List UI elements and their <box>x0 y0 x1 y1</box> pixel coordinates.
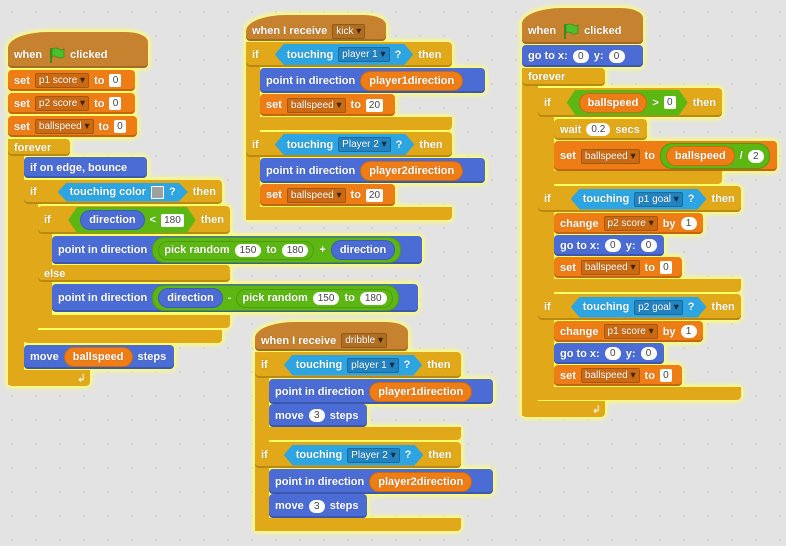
block-label: y: <box>625 347 636 360</box>
forever-bottom[interactable]: ↲ <box>522 401 605 417</box>
block-label: to <box>644 261 655 274</box>
forever-arm[interactable] <box>522 68 538 416</box>
y-input[interactable]: 0 <box>640 239 657 252</box>
variable-dropdown[interactable]: p2 score <box>603 216 658 231</box>
block-label: go to x: <box>560 239 600 252</box>
greater-than-operator[interactable]: ballspeed >0 <box>567 90 688 116</box>
script-green-flag-ball: ↲ when clicked go to x: 0 y: 0 forever if b… <box>0 0 786 546</box>
value-input[interactable]: 2 <box>747 149 764 163</box>
operator-label: / <box>739 150 743 162</box>
change-variable-block[interactable]: change p1 score by 1 <box>554 321 703 342</box>
variable-dropdown[interactable]: ballspeed <box>580 368 640 383</box>
go-to-xy-block[interactable]: go to x: 0 y: 0 <box>554 343 664 364</box>
touching-boolean[interactable]: touching p1 goal? <box>571 189 707 210</box>
y-input[interactable]: 0 <box>640 347 657 360</box>
value-input[interactable]: 0 <box>659 261 672 274</box>
block-label: go to x: <box>528 50 568 62</box>
if-bottom[interactable] <box>538 387 741 400</box>
block-label: y: <box>625 239 636 252</box>
block-label: ? <box>687 193 695 205</box>
division-operator[interactable]: ballspeed / 2 <box>659 143 770 169</box>
value-input[interactable]: 0.2 <box>586 123 611 136</box>
block-label: by <box>662 217 676 230</box>
sprite-dropdown[interactable]: p2 goal <box>634 300 683 315</box>
hat-label: clicked <box>584 25 622 37</box>
block-label: set <box>560 150 576 162</box>
set-variable-block[interactable]: set ballspeed to 0 <box>554 257 682 278</box>
hat-label: when <box>528 25 557 37</box>
block-label: go to x: <box>560 347 600 360</box>
block-label: ? <box>687 301 695 313</box>
set-variable-block[interactable]: set ballspeed to 0 <box>554 365 682 386</box>
block-label: y: <box>593 50 604 62</box>
if-arm[interactable] <box>538 88 554 400</box>
if-touching-block[interactable]: if touching p1 goal? then <box>538 186 741 212</box>
variable-dropdown[interactable]: p1 score <box>603 324 658 339</box>
x-input[interactable]: 0 <box>572 49 589 63</box>
block-label: touching <box>582 301 630 313</box>
block-label: forever <box>528 71 566 83</box>
variable-dropdown[interactable]: ballspeed <box>580 148 640 164</box>
if-bottom[interactable] <box>538 171 722 184</box>
block-label: if <box>544 193 551 205</box>
block-label: to <box>644 369 655 382</box>
value-input[interactable]: 0 <box>664 96 676 109</box>
if-ballspeed-greater-block[interactable]: if ballspeed >0 then <box>538 88 722 117</box>
forever-block[interactable]: forever <box>522 68 605 86</box>
change-variable-block[interactable]: change p2 score by 1 <box>554 213 703 234</box>
green-flag-icon <box>561 22 579 40</box>
ballspeed-reporter[interactable]: ballspeed <box>579 93 648 113</box>
block-label: set <box>560 261 576 274</box>
sprite-dropdown[interactable]: p1 goal <box>634 192 683 207</box>
go-to-xy-block[interactable]: go to x: 0 y: 0 <box>554 235 664 256</box>
go-to-xy-block[interactable]: go to x: 0 y: 0 <box>522 45 643 67</box>
block-label: if <box>544 96 551 109</box>
block-label: to <box>644 150 655 162</box>
block-label: secs <box>615 123 640 136</box>
block-label: change <box>560 325 599 338</box>
wait-secs-block[interactable]: wait 0.2 secs <box>554 119 647 140</box>
value-input[interactable]: 1 <box>680 325 697 338</box>
block-label: then <box>711 301 735 313</box>
if-bottom[interactable] <box>538 279 741 292</box>
set-variable-block[interactable]: set ballspeed to ballspeed / 2 <box>554 141 777 171</box>
value-input[interactable]: 1 <box>680 217 697 230</box>
block-label: change <box>560 217 599 230</box>
block-label: then <box>711 193 735 205</box>
variable-dropdown[interactable]: ballspeed <box>580 260 640 275</box>
y-input[interactable]: 0 <box>608 49 625 63</box>
ballspeed-reporter[interactable]: ballspeed <box>665 146 735 166</box>
x-input[interactable]: 0 <box>604 239 621 252</box>
operator-label: > <box>652 96 659 109</box>
when-flag-clicked-hat[interactable]: when clicked <box>522 8 643 44</box>
block-label: touching <box>582 193 630 205</box>
block-label: then <box>692 96 716 109</box>
block-label: if <box>544 301 551 313</box>
if-touching-block[interactable]: if touching p2 goal? then <box>538 294 741 320</box>
touching-boolean[interactable]: touching p2 goal? <box>571 297 707 318</box>
block-label: wait <box>560 123 582 136</box>
block-label: set <box>560 369 576 382</box>
block-label: by <box>662 325 676 338</box>
x-input[interactable]: 0 <box>604 347 621 360</box>
value-input[interactable]: 0 <box>659 369 672 382</box>
